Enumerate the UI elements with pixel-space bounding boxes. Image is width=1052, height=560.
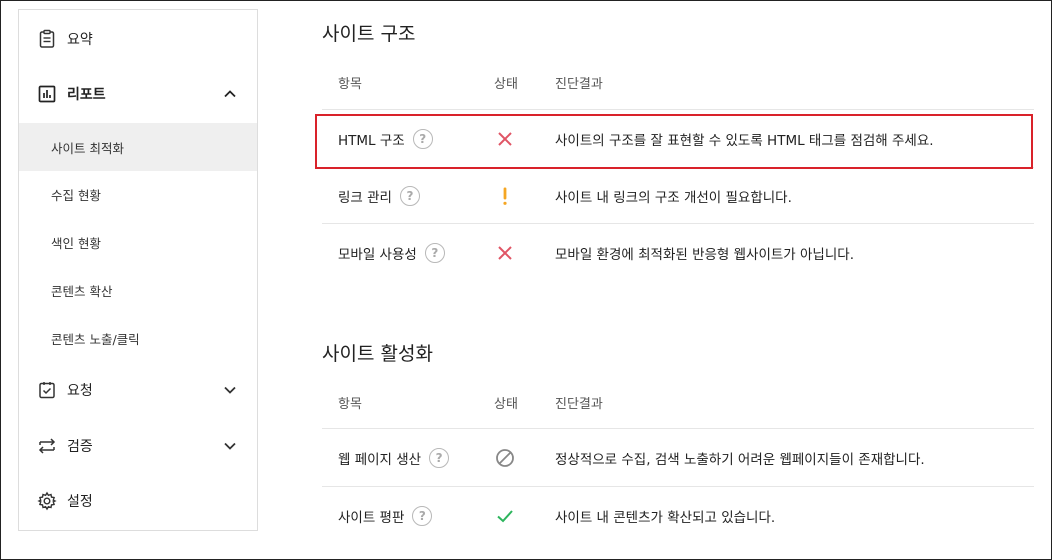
sub-content-spread-label: 콘텐츠 확산 bbox=[51, 283, 113, 299]
menu-request[interactable]: 요청 bbox=[19, 366, 257, 414]
menu-verify-label: 검증 bbox=[67, 439, 93, 455]
col-header-item: 항목 bbox=[338, 77, 362, 92]
menu-verify[interactable]: 검증 bbox=[19, 422, 257, 470]
row-item-name: 사이트 평판 bbox=[338, 509, 405, 526]
col-header-item: 항목 bbox=[338, 397, 362, 412]
table-row: 웹 페이지 생산? 정상적으로 수집, 검색 노출하기 어려운 웹페이지들이 존… bbox=[322, 430, 1034, 485]
warning-exclamation-icon bbox=[503, 187, 507, 205]
sub-site-optimization-label: 사이트 최적화 bbox=[51, 140, 124, 156]
row-result: 사이트 내 콘텐츠가 확산되고 있습니다. bbox=[555, 509, 776, 526]
error-x-icon bbox=[498, 245, 512, 260]
swap-arrows-icon bbox=[38, 438, 56, 454]
table-row: 사이트 평판? 사이트 내 콘텐츠가 확산되고 있습니다. bbox=[322, 488, 1034, 543]
col-header-result: 진단결과 bbox=[555, 397, 603, 412]
chevron-down-icon[interactable] bbox=[223, 439, 237, 453]
blocked-icon bbox=[496, 448, 514, 467]
sidebar: 요약 리포트 사이트 최적화 수집 현황 색인 현황 콘텐츠 확산 콘텐츠 노출… bbox=[18, 9, 258, 531]
row-result: 정상적으로 수집, 검색 노출하기 어려운 웹페이지들이 존재합니다. bbox=[555, 451, 925, 468]
sub-site-optimization[interactable]: 사이트 최적화 bbox=[19, 123, 257, 171]
menu-summary[interactable]: 요약 bbox=[19, 15, 257, 63]
sub-content-spread[interactable]: 콘텐츠 확산 bbox=[19, 266, 257, 314]
divider bbox=[322, 109, 1034, 110]
section-title-activation: 사이트 활성화 bbox=[322, 343, 433, 365]
col-header-result: 진단결과 bbox=[555, 77, 603, 92]
menu-settings[interactable]: 설정 bbox=[19, 477, 257, 525]
bar-chart-icon bbox=[38, 85, 56, 103]
section-title-structure: 사이트 구조 bbox=[322, 23, 416, 45]
help-icon[interactable]: ? bbox=[424, 242, 445, 263]
main-content: 사이트 구조 항목 상태 진단결과 HTML 구조? 사이트의 구조를 잘 표현… bbox=[258, 0, 1048, 558]
help-icon[interactable]: ? bbox=[399, 185, 420, 206]
checkbox-icon bbox=[39, 382, 55, 399]
row-item-name: 웹 페이지 생산 bbox=[338, 451, 422, 468]
sub-crawl-status-label: 수집 현황 bbox=[51, 187, 101, 203]
col-header-status: 상태 bbox=[494, 77, 518, 92]
divider bbox=[322, 486, 1034, 487]
sub-content-exposure-label: 콘텐츠 노출/클릭 bbox=[51, 331, 140, 347]
sub-content-exposure[interactable]: 콘텐츠 노출/클릭 bbox=[19, 314, 257, 362]
menu-settings-label: 설정 bbox=[67, 494, 93, 510]
gear-icon bbox=[37, 491, 57, 511]
highlight-box bbox=[315, 114, 1033, 169]
menu-report[interactable]: 리포트 bbox=[19, 70, 257, 118]
row-item-name: 모바일 사용성 bbox=[338, 246, 417, 263]
sub-index-status[interactable]: 색인 현황 bbox=[19, 218, 257, 266]
sub-crawl-status[interactable]: 수집 현황 bbox=[19, 170, 257, 218]
help-icon[interactable]: ? bbox=[429, 447, 450, 468]
table-row: 모바일 사용성? 모바일 환경에 최적화된 반응형 웹사이트가 아닙니다. bbox=[322, 225, 1034, 280]
divider bbox=[322, 223, 1034, 224]
row-result: 사이트 내 링크의 구조 개선이 필요합니다. bbox=[555, 189, 792, 206]
check-icon bbox=[497, 509, 513, 522]
menu-report-label: 리포트 bbox=[67, 87, 106, 103]
chevron-up-icon[interactable] bbox=[223, 87, 237, 101]
divider bbox=[322, 428, 1034, 429]
row-item-name: 링크 관리 bbox=[338, 189, 392, 206]
table-row: 링크 관리? 사이트 내 링크의 구조 개선이 필요합니다. bbox=[322, 168, 1034, 223]
col-header-status: 상태 bbox=[494, 397, 518, 412]
row-result: 모바일 환경에 최적화된 반응형 웹사이트가 아닙니다. bbox=[555, 246, 854, 263]
clipboard-icon bbox=[39, 29, 55, 48]
help-icon[interactable]: ? bbox=[412, 505, 433, 526]
menu-summary-label: 요약 bbox=[67, 32, 93, 48]
chevron-down-icon[interactable] bbox=[223, 383, 237, 397]
sub-index-status-label: 색인 현황 bbox=[51, 235, 101, 251]
menu-request-label: 요청 bbox=[67, 383, 93, 399]
